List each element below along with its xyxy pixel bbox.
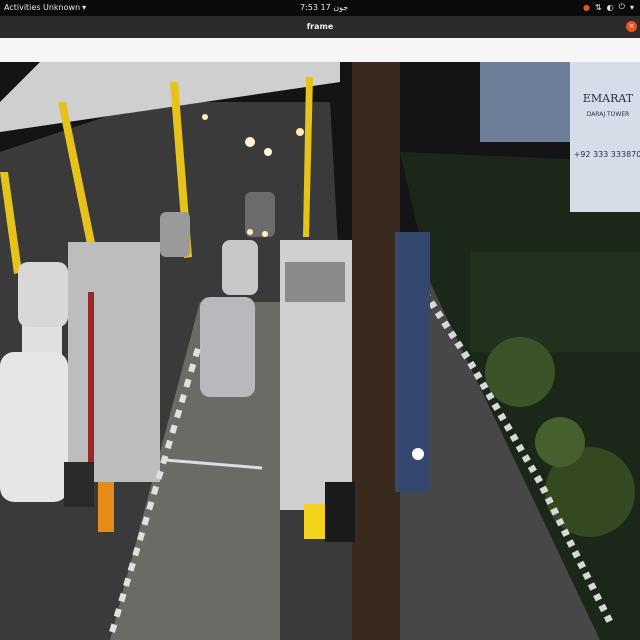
- volume-icon[interactable]: ◐: [607, 3, 614, 12]
- headlight: [245, 137, 255, 147]
- camera-frame: EMARAT DARAJ TOWER +92 333 3338707: [0, 62, 640, 640]
- billboard-phone: +92 333 3338707: [574, 150, 640, 159]
- app-menu-label: Unknown: [43, 3, 81, 12]
- ticket-machine: [64, 462, 94, 507]
- clock[interactable]: 7:53 17 جون: [300, 3, 348, 12]
- network-icon[interactable]: ⇅: [595, 3, 602, 12]
- activities-button[interactable]: Activities: [4, 3, 41, 12]
- headlight: [262, 231, 268, 237]
- car: [18, 262, 68, 327]
- headlight: [296, 128, 304, 136]
- barrier-post: [98, 482, 114, 532]
- chevron-down-icon[interactable]: ▾: [630, 3, 634, 12]
- headlight: [247, 229, 253, 235]
- foreground-pillar: [352, 62, 400, 640]
- booth-window: [285, 262, 345, 302]
- toll-plaza-camera-view: EMARAT DARAJ TOWER +92 333 3338707: [0, 62, 640, 640]
- headlight: [264, 148, 272, 156]
- app-indicator-icon[interactable]: ●: [583, 3, 590, 12]
- app-menu[interactable]: Unknown ▾: [43, 3, 86, 12]
- billboard: [570, 62, 640, 212]
- toll-booth: [68, 242, 160, 482]
- building-facade: [480, 62, 575, 142]
- window-title-bar[interactable]: frame ×: [0, 16, 640, 38]
- tree: [535, 417, 585, 467]
- power-icon[interactable]: ⏻: [619, 2, 625, 12]
- close-icon[interactable]: ×: [626, 21, 637, 32]
- car: [160, 212, 190, 257]
- billboard-sub: DARAJ TOWER: [587, 111, 630, 118]
- tree: [485, 337, 555, 407]
- headlight: [202, 114, 208, 120]
- system-top-bar: Activities Unknown ▾ 7:53 17 جون ● ⇅ ◐ ⏻…: [0, 0, 640, 16]
- window-toolbar-area: [0, 38, 640, 62]
- window-title: frame: [306, 22, 334, 31]
- headlight: [412, 448, 424, 460]
- grass-patch: [470, 252, 640, 352]
- car: [200, 297, 255, 397]
- car: [0, 352, 68, 502]
- system-tray[interactable]: ● ⇅ ◐ ⏻ ▾: [583, 2, 634, 12]
- monitor-screen: [325, 482, 355, 542]
- car: [222, 240, 258, 295]
- chevron-down-icon: ▾: [82, 3, 87, 12]
- billboard-brand: EMARAT: [583, 92, 634, 105]
